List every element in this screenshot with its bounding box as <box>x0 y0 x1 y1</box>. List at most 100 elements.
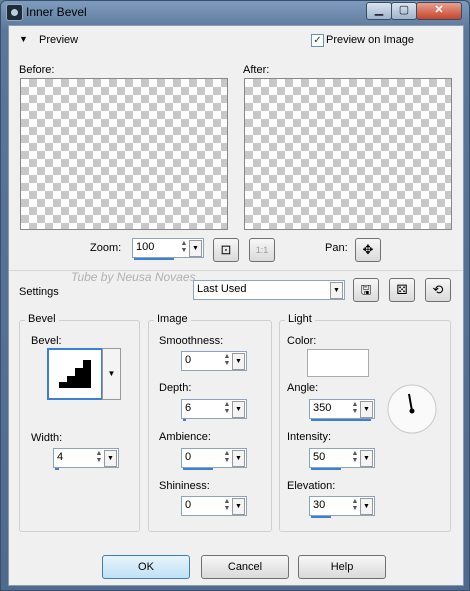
shininess-label: Shininess: <box>159 480 210 492</box>
dialog-window: Inner Bevel ▁ ▢ ✕ ▼ Preview ✓ Preview on… <box>0 0 470 591</box>
elevation-dropdown-icon[interactable]: ▼ <box>360 498 373 515</box>
before-label: Before: <box>19 64 55 76</box>
width-level-bar <box>55 468 59 470</box>
smoothness-spinbox[interactable]: 0 ▲ ▼ ▼ <box>181 351 247 371</box>
intensity-dropdown-icon[interactable]: ▼ <box>360 450 373 467</box>
preview-on-image-checkbox[interactable]: ✓ <box>311 34 324 47</box>
width-spin-arrows-icon[interactable]: ▲ ▼ <box>94 450 104 465</box>
watermark-text: Tube by Neusa Novaes <box>71 270 196 284</box>
preview-label: Preview <box>39 34 79 46</box>
depth-spinbox[interactable]: 6 ▲ ▼ ▼ <box>181 399 247 421</box>
preset-value: Last Used <box>197 283 247 295</box>
preset-dropdown-icon[interactable]: ▼ <box>330 282 343 299</box>
title-bar[interactable]: Inner Bevel ▁ ▢ ✕ <box>1 1 469 23</box>
minimize-icon: ▁ <box>374 4 384 16</box>
bevel-shape-icon <box>59 360 91 388</box>
angle-label: Angle: <box>287 382 319 394</box>
after-preview[interactable] <box>244 78 452 230</box>
close-button[interactable]: ✕ <box>416 2 462 20</box>
elevation-spinbox[interactable]: 30 ▲ ▼ ▼ <box>309 496 375 518</box>
shininess-dropdown-icon[interactable]: ▼ <box>232 498 245 515</box>
angle-spin-arrows-icon[interactable]: ▲ ▼ <box>350 401 360 416</box>
depth-value: 6 <box>185 402 192 414</box>
angle-value: 350 <box>313 402 332 414</box>
angle-level-bar <box>311 419 371 421</box>
ambience-spinbox[interactable]: 0 ▲ ▼ ▼ <box>181 448 247 470</box>
ambience-spin-arrows-icon[interactable]: ▲ ▼ <box>222 450 232 465</box>
ambience-dropdown-icon[interactable]: ▼ <box>232 450 245 467</box>
bevel-shape-selector[interactable] <box>47 348 103 400</box>
smoothness-dropdown-icon[interactable]: ▼ <box>232 353 245 370</box>
depth-label: Depth: <box>159 382 192 394</box>
save-disk-icon: 🖫 <box>360 282 372 297</box>
before-preview[interactable] <box>20 78 228 230</box>
ok-button[interactable]: OK <box>102 555 190 579</box>
angle-dropdown-icon[interactable]: ▼ <box>360 401 373 418</box>
reset-button[interactable]: ⟲ <box>425 278 451 302</box>
elevation-spin-arrows-icon[interactable]: ▲ ▼ <box>350 498 360 513</box>
dialog-body: ▼ Preview ✓ Preview on Image Before: Aft… <box>8 25 464 586</box>
preset-select[interactable]: Last Used ▼ <box>193 280 345 300</box>
zoom-spin-arrows-icon[interactable]: ▲ ▼ <box>179 240 189 255</box>
maximize-button[interactable]: ▢ <box>391 2 417 20</box>
settings-label: Settings <box>19 286 59 298</box>
after-label: After: <box>243 64 270 76</box>
zoom-value: 100 <box>136 241 155 253</box>
randomize-button[interactable]: ⚄ <box>389 278 415 302</box>
light-color-swatch[interactable] <box>307 349 369 377</box>
depth-spin-arrows-icon[interactable]: ▲ ▼ <box>222 401 232 416</box>
depth-dropdown-icon[interactable]: ▼ <box>232 401 245 418</box>
elevation-level-bar <box>311 516 331 518</box>
angle-dial[interactable] <box>387 384 437 434</box>
zoom-fit-button[interactable]: ⊡ <box>213 238 239 262</box>
intensity-spin-arrows-icon[interactable]: ▲ ▼ <box>350 450 360 465</box>
ambience-level-bar <box>183 468 213 470</box>
cancel-button[interactable]: Cancel <box>201 555 289 579</box>
app-icon <box>6 4 23 21</box>
elevation-label: Elevation: <box>287 480 336 492</box>
intensity-level-bar <box>311 468 341 470</box>
help-button[interactable]: Help <box>298 555 386 579</box>
bevel-group-label: Bevel <box>25 313 59 325</box>
elevation-value: 30 <box>313 499 326 511</box>
pan-button[interactable]: ✥ <box>355 238 381 262</box>
minimize-button[interactable]: ▁ <box>366 2 392 20</box>
zoom-fit-icon: ⊡ <box>220 242 232 257</box>
bevel-dropdown-icon[interactable]: ▼ <box>102 348 121 400</box>
close-icon: ✕ <box>434 4 444 16</box>
zoom-dropdown-icon[interactable]: ▼ <box>189 240 202 257</box>
zoom-level-bar <box>134 258 174 260</box>
bevel-label: Bevel: <box>31 335 62 347</box>
shininess-spin-arrows-icon[interactable]: ▲ ▼ <box>222 498 232 513</box>
collapse-triangle-icon[interactable]: ▼ <box>19 34 28 44</box>
width-spinbox[interactable]: 4 ▲ ▼ ▼ <box>53 448 119 470</box>
depth-level-bar <box>183 419 186 421</box>
ambience-label: Ambience: <box>159 431 211 443</box>
angle-spinbox[interactable]: 350 ▲ ▼ ▼ <box>309 399 375 421</box>
smoothness-label: Smoothness: <box>159 335 224 347</box>
shininess-spinbox[interactable]: 0 ▲ ▼ ▼ <box>181 496 247 516</box>
intensity-value: 50 <box>313 451 326 463</box>
smoothness-value: 0 <box>185 354 192 366</box>
zoom-label: Zoom: <box>90 242 122 254</box>
width-dropdown-icon[interactable]: ▼ <box>104 450 117 467</box>
save-preset-button[interactable]: 🖫 <box>353 278 379 302</box>
zoom-spinbox[interactable]: 100 ▲ ▼ ▼ <box>132 238 204 260</box>
actual-size-button[interactable]: 1:1 <box>249 238 275 262</box>
preview-on-image-label: Preview on Image <box>326 34 415 46</box>
intensity-spinbox[interactable]: 50 ▲ ▼ ▼ <box>309 448 375 470</box>
maximize-icon: ▢ <box>398 4 410 16</box>
color-label: Color: <box>287 335 317 347</box>
dice-icon: ⚄ <box>396 282 408 297</box>
width-label: Width: <box>31 432 63 444</box>
width-value: 4 <box>57 451 64 463</box>
shininess-value: 0 <box>185 499 192 511</box>
reset-icon: ⟲ <box>432 282 444 297</box>
ambience-value: 0 <box>185 451 192 463</box>
intensity-label: Intensity: <box>287 431 332 443</box>
pan-move-icon: ✥ <box>362 242 374 257</box>
actual-size-label: 1:1 <box>255 245 269 255</box>
pan-label: Pan: <box>325 242 348 254</box>
image-group-label: Image <box>154 313 191 325</box>
smoothness-spin-arrows-icon[interactable]: ▲ ▼ <box>222 353 232 368</box>
